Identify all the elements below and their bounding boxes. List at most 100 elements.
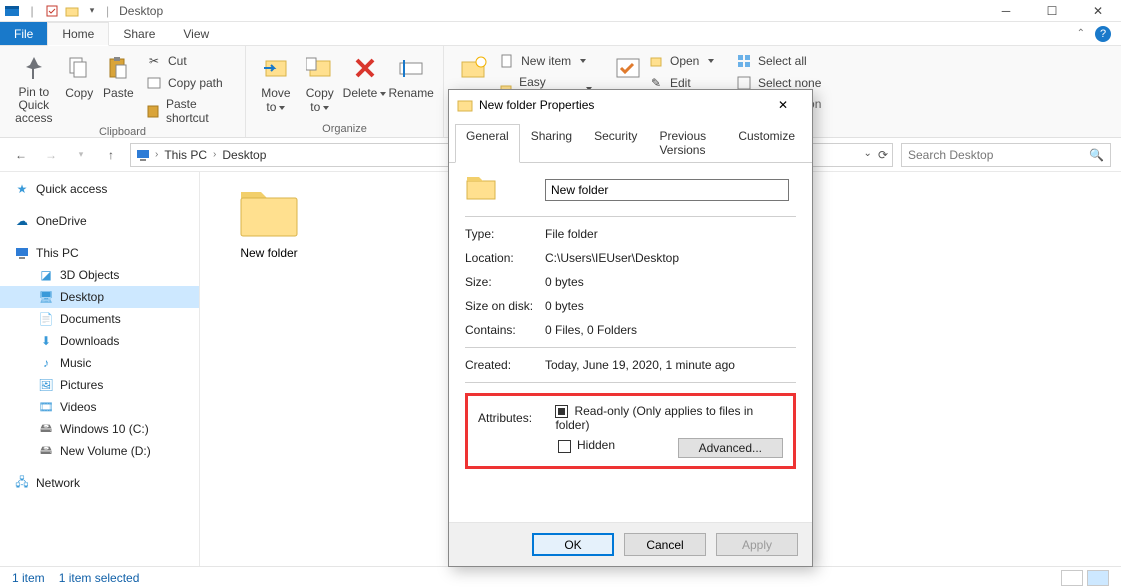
readonly-checkbox[interactable] [555, 405, 568, 418]
cut-button[interactable]: ✂Cut [142, 52, 237, 70]
qat-dropdown-icon[interactable]: ▾ [84, 3, 100, 19]
dialog-tabs: General Sharing Security Previous Versio… [449, 124, 812, 163]
advanced-button[interactable]: Advanced... [678, 438, 783, 458]
crumb-desktop[interactable]: Desktop [220, 148, 268, 162]
select-none-label: Select none [758, 76, 821, 90]
sidebar-label: Pictures [60, 378, 103, 392]
dialog-title-bar[interactable]: New folder Properties ✕ [449, 90, 812, 120]
tab-home[interactable]: Home [47, 22, 109, 46]
dialog-close-button[interactable]: ✕ [762, 98, 804, 112]
menu-bar: File Home Share View ⌃ ? [0, 22, 1121, 46]
pc-icon [14, 245, 30, 261]
folder-name-input[interactable] [545, 179, 789, 201]
pin-to-quick-access-button[interactable]: Pin to Quick access [8, 50, 60, 126]
paste-button[interactable]: Paste [99, 50, 138, 100]
folder-item[interactable]: New folder [214, 186, 324, 260]
copy-path-label: Copy path [168, 76, 223, 90]
apply-button[interactable]: Apply [716, 533, 798, 556]
ok-button[interactable]: OK [532, 533, 614, 556]
nav-sidebar: ★Quick access ☁OneDrive This PC ◪3D Obje… [0, 172, 200, 566]
folder-icon [237, 186, 301, 240]
tab-general[interactable]: General [455, 124, 520, 163]
qat-folder-icon[interactable] [64, 3, 80, 19]
delete-button[interactable]: Delete [342, 50, 388, 100]
explorer-icon [4, 3, 20, 19]
sidebar-3d-objects[interactable]: ◪3D Objects [0, 264, 199, 286]
sidebar-onedrive[interactable]: ☁OneDrive [0, 210, 199, 232]
new-item-label: New item [521, 54, 571, 68]
tab-file[interactable]: File [0, 22, 47, 45]
contains-label: Contains: [465, 323, 545, 337]
sidebar-label: This PC [36, 246, 79, 260]
nav-recent-dropdown[interactable]: ▾ [70, 144, 92, 166]
copy-to-button[interactable]: Copy to [298, 50, 342, 114]
location-value: C:\Users\IEUser\Desktop [545, 251, 679, 265]
minimize-button[interactable]: ─ [983, 0, 1029, 22]
rename-icon [395, 52, 427, 84]
properties-qat-icon[interactable] [44, 3, 60, 19]
details-view-button[interactable] [1061, 570, 1083, 586]
copy-path-button[interactable]: Copy path [142, 74, 237, 92]
crumb-sep-icon[interactable]: › [155, 149, 158, 160]
created-label: Created: [465, 358, 545, 372]
move-to-button[interactable]: Move to [254, 50, 298, 114]
type-label: Type: [465, 227, 545, 241]
sidebar-downloads[interactable]: ⬇Downloads [0, 330, 199, 352]
search-box[interactable]: Search Desktop 🔍 [901, 143, 1111, 167]
hidden-checkbox[interactable] [558, 440, 571, 453]
paste-shortcut-button[interactable]: Paste shortcut [142, 96, 237, 126]
tab-share[interactable]: Share [109, 22, 169, 45]
rename-label: Rename [389, 86, 434, 100]
tab-view[interactable]: View [169, 22, 223, 45]
edit-label: Edit [670, 76, 691, 90]
tab-sharing[interactable]: Sharing [520, 124, 583, 162]
nav-up-button[interactable]: ↑ [100, 144, 122, 166]
crumb-sep-icon[interactable]: › [213, 149, 216, 160]
properties-button[interactable] [612, 50, 644, 84]
new-item-button[interactable]: New item [495, 52, 596, 70]
open-button[interactable]: Open [644, 52, 718, 70]
icons-view-button[interactable] [1087, 570, 1109, 586]
select-all-icon [736, 53, 752, 69]
maximize-button[interactable]: ☐ [1029, 0, 1075, 22]
sidebar-this-pc[interactable]: This PC [0, 242, 199, 264]
close-button[interactable]: ✕ [1075, 0, 1121, 22]
ribbon-collapse-icon[interactable]: ⌃ [1077, 28, 1085, 39]
drive-icon: 🖴 [38, 421, 54, 437]
refresh-icon[interactable]: ⟳ [878, 148, 888, 162]
sidebar-network[interactable]: 🖧Network [0, 472, 199, 494]
copy-icon [63, 52, 95, 84]
rename-button[interactable]: Rename [387, 50, 435, 100]
move-to-label: Move to [261, 86, 290, 114]
paste-shortcut-label: Paste shortcut [166, 97, 233, 125]
paste-label: Paste [103, 86, 134, 100]
status-selected: 1 item selected [59, 571, 140, 585]
sidebar-quick-access[interactable]: ★Quick access [0, 178, 199, 200]
copy-button[interactable]: Copy [60, 50, 99, 100]
help-icon[interactable]: ? [1095, 26, 1111, 42]
select-all-button[interactable]: Select all [732, 52, 825, 70]
sidebar-music[interactable]: ♪Music [0, 352, 199, 374]
sidebar-videos[interactable]: 🎞Videos [0, 396, 199, 418]
tab-customize[interactable]: Customize [727, 124, 806, 162]
nav-forward-button[interactable]: → [40, 144, 62, 166]
sidebar-c-drive[interactable]: 🖴Windows 10 (C:) [0, 418, 199, 440]
new-folder-button[interactable] [452, 50, 495, 84]
crumb-this-pc[interactable]: This PC [162, 148, 209, 162]
copy-path-icon [146, 75, 162, 91]
addr-dropdown-icon[interactable]: ⌄ [864, 148, 872, 162]
nav-back-button[interactable]: ← [10, 144, 32, 166]
sidebar-pictures[interactable]: 🖼Pictures [0, 374, 199, 396]
tab-previous-versions[interactable]: Previous Versions [648, 124, 727, 162]
sidebar-label: Desktop [60, 290, 104, 304]
location-label: Location: [465, 251, 545, 265]
sidebar-d-drive[interactable]: 🖴New Volume (D:) [0, 440, 199, 462]
pc-icon [135, 147, 151, 163]
cancel-button[interactable]: Cancel [624, 533, 706, 556]
tab-security[interactable]: Security [583, 124, 648, 162]
attributes-section: Attributes: Read-only (Only applies to f… [465, 393, 796, 469]
copy-to-icon [304, 52, 336, 84]
sidebar-documents[interactable]: 📄Documents [0, 308, 199, 330]
readonly-label: Read-only (Only applies to files in fold… [555, 404, 753, 432]
sidebar-desktop[interactable]: 🖥Desktop [0, 286, 199, 308]
